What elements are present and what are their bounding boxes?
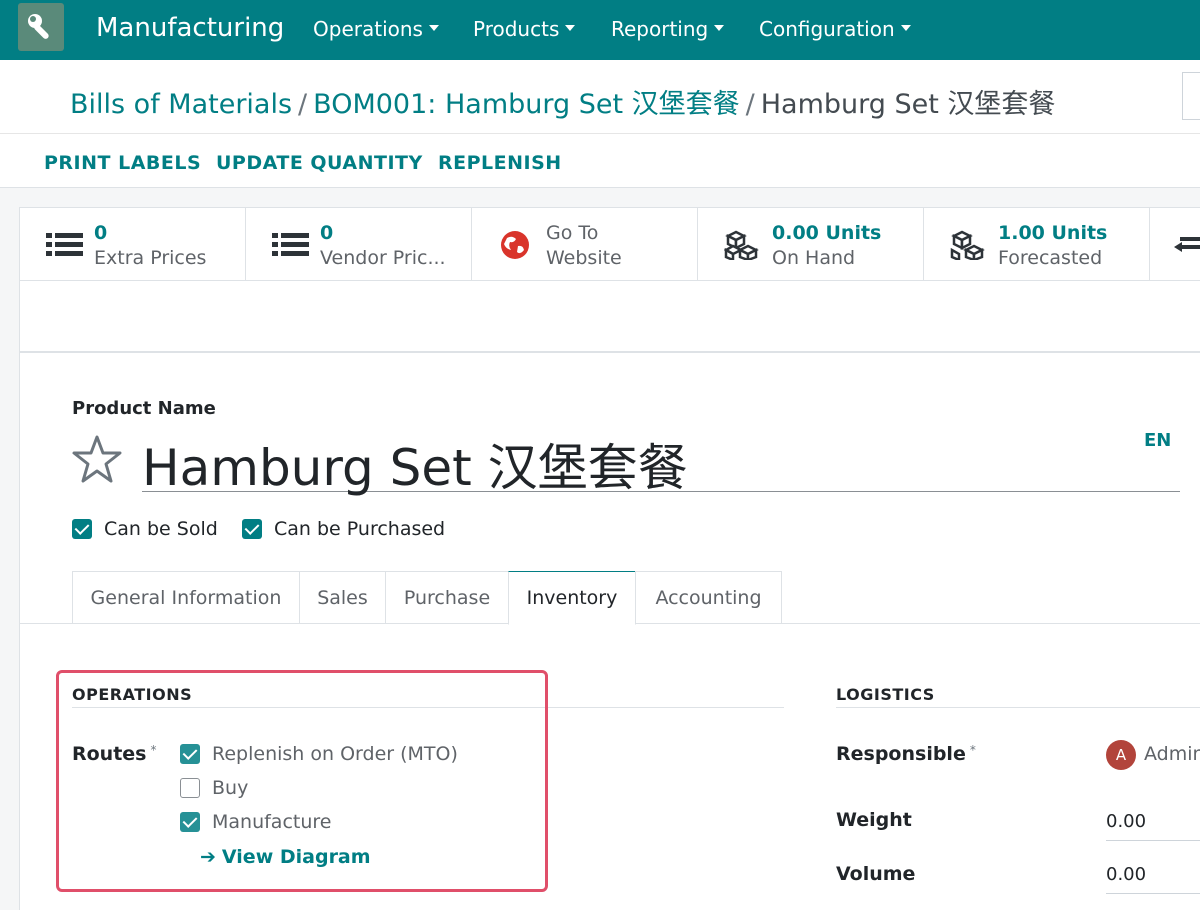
breadcrumb-separator: / <box>298 89 308 120</box>
search-input[interactable] <box>1182 72 1200 120</box>
update-quantity-button[interactable]: UPDATE QUANTITY <box>216 152 423 174</box>
smart-button-label: Forecasted <box>998 247 1103 269</box>
list-icon <box>46 233 83 256</box>
print-labels-button[interactable]: PRINT LABELS <box>44 152 201 174</box>
weight-input[interactable]: 0.00 <box>1106 811 1200 841</box>
can-be-sold-label: Can be Sold <box>104 518 218 540</box>
group-divider <box>836 707 1200 708</box>
view-diagram-text: View Diagram <box>221 846 371 868</box>
arrow-right-icon: ➔ <box>200 846 216 868</box>
divider <box>20 351 1200 353</box>
go-to-website-button[interactable]: Go To Website <box>472 208 698 280</box>
smart-button-label: Extra Prices <box>94 247 207 269</box>
route-mto-label: Replenish on Order (MTO) <box>212 743 458 765</box>
smart-button-value: 0 <box>94 222 108 244</box>
top-navbar: Manufacturing Operations Products Report… <box>0 0 1200 60</box>
breadcrumb-current: Hamburg Set 汉堡套餐 <box>760 89 1056 120</box>
caret-down-icon <box>428 24 439 31</box>
volume-label: Volume <box>836 863 916 885</box>
responsible-label: Responsible * <box>836 743 976 765</box>
on-hand-button[interactable]: 0.00 Units On Hand <box>698 208 924 280</box>
logistics-group-title: LOGISTICS <box>836 685 935 704</box>
avatar: A <box>1106 740 1136 770</box>
form-sheet: 0 Extra Prices 0 Vendor Pric... Go To We… <box>19 207 1200 910</box>
caret-down-icon <box>900 24 911 31</box>
tab-accounting[interactable]: Accounting <box>635 571 782 624</box>
can-be-purchased-label: Can be Purchased <box>274 518 446 540</box>
route-manufacture-checkbox[interactable] <box>180 812 200 832</box>
smart-button-value: 0 <box>320 222 334 244</box>
smart-button-label: Vendor Pric... <box>320 247 446 269</box>
route-manufacture-label: Manufacture <box>212 811 332 833</box>
arrows-exchange-icon[interactable] <box>1174 234 1200 258</box>
cubes-icon <box>950 230 985 260</box>
vendor-prices-button[interactable]: 0 Vendor Pric... <box>246 208 472 280</box>
tab-purchase[interactable]: Purchase <box>385 571 509 624</box>
menu-products[interactable]: Products <box>473 17 576 41</box>
product-name-label: Product Name <box>72 398 216 419</box>
menu-operations[interactable]: Operations <box>313 17 439 41</box>
smart-button-value: Go To <box>546 222 599 244</box>
routes-label: Routes * <box>72 743 157 765</box>
route-mto-checkbox[interactable] <box>180 744 200 764</box>
menu-label: Reporting <box>611 17 709 41</box>
menu-configuration[interactable]: Configuration <box>759 17 911 41</box>
extra-prices-button[interactable]: 0 Extra Prices <box>20 208 246 280</box>
language-button[interactable]: EN <box>1144 430 1171 451</box>
tab-general-information[interactable]: General Information <box>72 571 300 624</box>
control-panel: Bills of Materials / BOM001: Hamburg Set 汉… <box>0 60 1200 188</box>
routes-label-text: Routes <box>72 743 147 765</box>
breadcrumb-bom-record[interactable]: BOM001: Hamburg Set 汉堡套餐 <box>313 89 739 120</box>
can-be-purchased-checkbox[interactable] <box>242 519 262 539</box>
responsible-label-text: Responsible <box>836 743 966 765</box>
required-mark: * <box>150 743 157 757</box>
route-buy-label: Buy <box>212 777 249 799</box>
forecasted-button[interactable]: 1.00 Units Forecasted <box>924 208 1150 280</box>
volume-input[interactable]: 0.00 <box>1106 864 1200 894</box>
weight-label: Weight <box>836 809 912 831</box>
view-diagram-link[interactable]: ➔ View Diagram <box>200 846 371 868</box>
menu-reporting[interactable]: Reporting <box>611 17 725 41</box>
smart-button-label: On Hand <box>772 247 856 269</box>
menu-label: Products <box>473 17 560 41</box>
breadcrumb: Bills of Materials / BOM001: Hamburg Set 汉… <box>70 82 1055 121</box>
menu-label: Operations <box>313 17 423 41</box>
can-be-sold-checkbox[interactable] <box>72 519 92 539</box>
star-icon[interactable] <box>70 433 124 487</box>
replenish-button[interactable]: REPLENISH <box>438 152 562 174</box>
smart-button-value: 0.00 Units <box>772 222 882 244</box>
cubes-icon <box>724 230 759 260</box>
globe-icon <box>501 231 529 259</box>
breadcrumb-bom-list[interactable]: Bills of Materials <box>70 89 292 120</box>
smart-button-label: Website <box>546 247 622 269</box>
smart-button-value: 1.00 Units <box>998 222 1108 244</box>
product-name-input[interactable]: Hamburg Set 汉堡套餐 <box>142 428 1180 497</box>
tab-sales[interactable]: Sales <box>299 571 386 624</box>
divider <box>0 133 1200 134</box>
menu-label: Configuration <box>759 17 895 41</box>
required-mark: * <box>969 743 976 757</box>
smart-button-box: 0 Extra Prices 0 Vendor Pric... Go To We… <box>20 208 1200 281</box>
tab-inventory[interactable]: Inventory <box>508 571 636 625</box>
route-buy-checkbox[interactable] <box>180 778 200 798</box>
wrench-icon[interactable] <box>18 3 64 51</box>
caret-down-icon <box>565 24 576 31</box>
responsible-field[interactable]: Admin <box>1144 743 1200 765</box>
list-icon <box>272 233 309 256</box>
breadcrumb-separator: / <box>745 89 755 120</box>
app-name[interactable]: Manufacturing <box>96 13 284 43</box>
caret-down-icon <box>714 24 725 31</box>
